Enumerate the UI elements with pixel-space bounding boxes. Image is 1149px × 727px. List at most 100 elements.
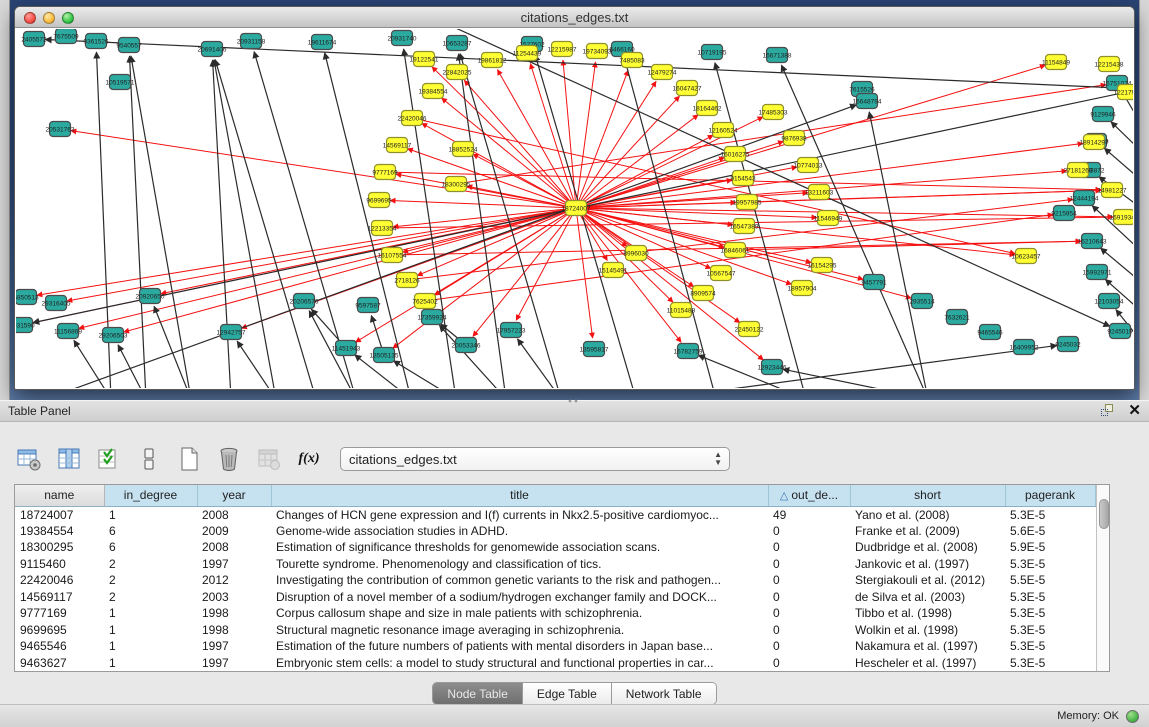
network-node[interactable]: 11015488 [667,303,696,318]
network-node[interactable]: 9129946 [1090,107,1116,122]
network-node[interactable]: 16648794 [853,94,882,109]
table-cell[interactable]: 19384554 [15,523,104,540]
network-node[interactable]: 18300295 [442,177,471,192]
float-panel-icon[interactable] [1101,403,1116,418]
network-node[interactable]: 17957223 [497,323,526,338]
tab-edge-table[interactable]: Edge Table [523,683,612,704]
network-node[interactable]: 12923446 [758,360,787,375]
network-node[interactable]: 9597587 [355,298,381,313]
table-cell[interactable]: 2 [104,589,197,606]
close-panel-icon[interactable]: ✕ [1128,403,1141,418]
panel-resize-grip[interactable] [567,398,581,404]
table-cell[interactable]: Hescheler et al. (1997) [850,655,1005,672]
network-node[interactable]: 22420046 [398,111,427,126]
network-node[interactable]: 20053346 [452,338,481,353]
network-node[interactable]: 11154849 [1042,55,1070,70]
network-node[interactable]: 16782759 [674,344,703,359]
network-node[interactable]: 17359924 [418,310,447,325]
table-cell[interactable]: 2008 [197,506,271,523]
table-cell[interactable]: 1 [104,638,197,655]
network-node[interactable]: 10623457 [1012,249,1041,264]
network-view-window[interactable]: citations_edges.txt 24055727675509936152… [14,6,1135,390]
network-node[interactable]: 22842025 [443,65,472,80]
network-node[interactable]: 2405572 [21,32,47,47]
table-row[interactable]: 946554611997Estimation of the future num… [15,638,1095,655]
column-header-out-de-[interactable]: △out_de... [768,485,850,506]
table-vertical-scrollbar[interactable] [1096,485,1110,671]
network-canvas-container[interactable]: 2405572767550993615269540557206914062093… [16,29,1133,388]
network-node[interactable]: 10653287 [443,36,472,51]
table-cell[interactable]: 0 [768,523,850,540]
table-cell[interactable]: 9463627 [15,655,104,672]
table-cell[interactable]: 5.3E-5 [1005,506,1095,523]
network-node[interactable]: 15145491 [599,263,628,278]
table-cell[interactable]: 0 [768,638,850,655]
network-node[interactable]: 16154295 [808,258,837,273]
network-node[interactable]: 19861812 [478,53,507,68]
table-cell[interactable]: Stergiakouli et al. (2012) [850,572,1005,589]
network-node[interactable]: 7632621 [944,310,970,325]
table-cell[interactable]: 9699695 [15,622,104,639]
network-node[interactable]: 16846061 [721,243,750,258]
table-cell[interactable]: 1997 [197,655,271,672]
table-cell[interactable]: 9777169 [15,605,104,622]
network-node[interactable]: 19384554 [419,84,448,99]
network-node[interactable]: 12444194 [1070,191,1099,206]
network-node[interactable]: 9699695 [366,193,392,208]
network-node[interactable]: 16409952 [1010,340,1039,355]
table-cell[interactable]: 5.3E-5 [1005,556,1095,573]
column-header-name[interactable]: name [15,485,104,506]
table-row[interactable]: 911546021997Tourette syndrome. Phenomeno… [15,556,1095,573]
network-node[interactable]: 11546949 [814,211,843,226]
table-cell[interactable]: 1 [104,605,197,622]
table-cell[interactable]: 5.3E-5 [1005,605,1095,622]
table-cell[interactable]: 2008 [197,539,271,556]
network-node[interactable]: 12215987 [548,42,577,57]
network-node[interactable]: 10774013 [794,158,823,173]
table-cell[interactable]: 1 [104,506,197,523]
table-cell[interactable]: Dudbridge et al. (2008) [850,539,1005,556]
table-cell[interactable]: 2 [104,572,197,589]
network-node[interactable]: 22450122 [735,322,764,337]
table-cell[interactable]: de Silva et al. (2003) [850,589,1005,606]
network-node[interactable]: 12160524 [709,123,738,138]
table-cell[interactable]: Yano et al. (2008) [850,506,1005,523]
network-node[interactable]: 20691406 [198,42,227,57]
table-cell[interactable]: 2003 [197,589,271,606]
table-cell[interactable]: 18300295 [15,539,104,556]
table-cell[interactable]: 0 [768,539,850,556]
table-row[interactable]: 1456911722003Disruption of a novel membe… [15,589,1095,606]
table-cell[interactable]: 22420046 [15,572,104,589]
network-node[interactable]: 9540557 [116,38,142,53]
column-header-short[interactable]: short [850,485,1005,506]
network-node[interactable]: 9215954 [1051,206,1077,221]
network-node[interactable]: 12942757 [217,325,246,340]
table-cell[interactable]: Estimation of the future numbers of pati… [271,638,768,655]
network-node[interactable]: 12215438 [1095,57,1124,72]
table-row[interactable]: 1872400712008Changes of HCN gene express… [15,506,1095,523]
network-node[interactable]: 16919344 [1110,210,1133,225]
network-node[interactable]: 12213354 [368,221,397,236]
table-row[interactable]: 977716911998Corpus callosum shape and si… [15,605,1095,622]
network-node[interactable]: 5850513 [16,290,39,305]
function-builder-icon[interactable]: f(x) [294,444,324,474]
table-cell[interactable]: 5.3E-5 [1005,622,1095,639]
network-node[interactable]: 9457791 [861,275,887,290]
table-cell[interactable]: Estimation of significance thresholds fo… [271,539,768,556]
network-node[interactable]: 18852524 [449,142,478,157]
network-node[interactable]: 18957904 [788,281,817,296]
network-node[interactable]: 13595817 [580,342,609,357]
network-node[interactable]: 16671388 [763,48,792,63]
table-row[interactable]: 2242004622012Investigating the contribut… [15,572,1095,589]
table-cell[interactable]: Disruption of a novel member of a sodium… [271,589,768,606]
table-cell[interactable]: 5.3E-5 [1005,589,1095,606]
table-cell[interactable]: Nakamura et al. (1997) [850,638,1005,655]
network-node[interactable]: 20931740 [388,31,417,46]
table-cell[interactable]: 6 [104,523,197,540]
table-cell[interactable]: Franke et al. (2009) [850,523,1005,540]
network-node[interactable]: 20531763 [46,122,75,137]
network-node[interactable]: 18914297 [1080,135,1109,150]
table-cell[interactable]: 5.9E-5 [1005,539,1095,556]
delete-column-icon[interactable] [214,444,244,474]
table-cell[interactable]: 5.3E-5 [1005,638,1095,655]
